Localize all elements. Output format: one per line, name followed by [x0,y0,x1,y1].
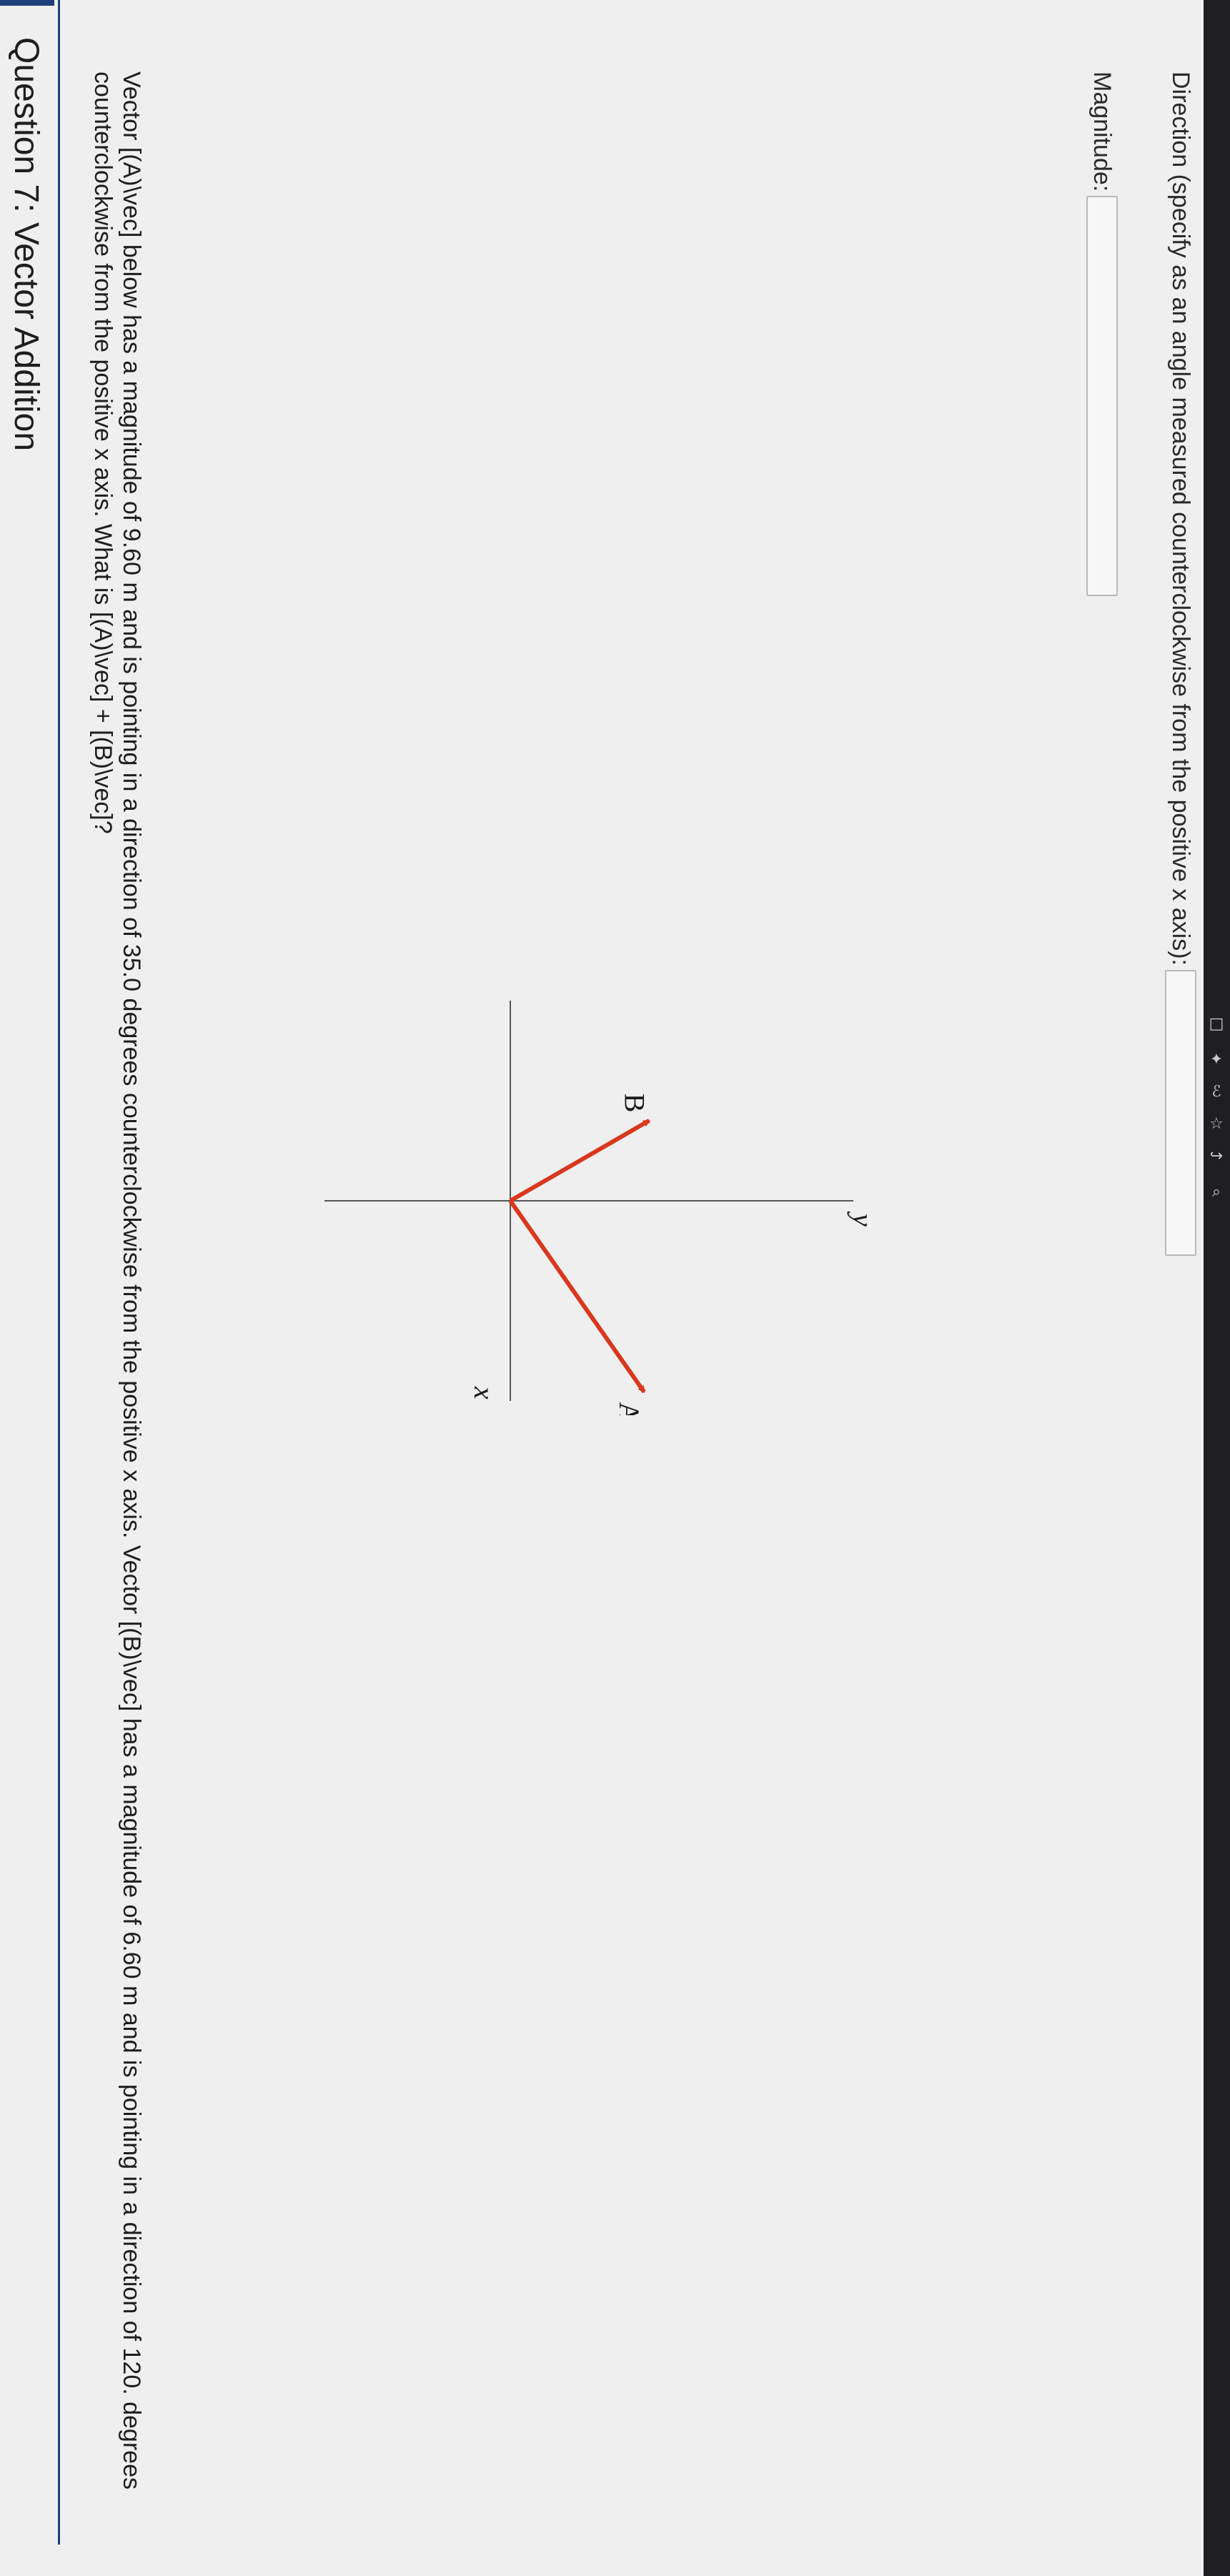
vector-diagram: x y AB [324,1001,879,1415]
question-title: Question 7: Vector Addition [7,37,45,452]
question-page: Question 7: Vector Addition Vector [(A)\… [0,0,1204,2576]
vector-b-label: B [618,1094,650,1113]
star-icon[interactable]: ☆ [1207,1115,1226,1134]
question-content: Question 7: Vector Addition Vector [(A)\… [0,0,1204,2576]
magnitude-label: Magnitude: [1088,71,1116,192]
magnitude-row: Magnitude: [1086,71,1118,597]
window-icon[interactable]: □ [1207,1015,1226,1034]
vector-b-arrow [509,1119,651,1203]
question-text: Vector [(A)\vec] below has a magnitude o… [89,71,145,2490]
title-divider [58,0,60,2545]
direction-row: Direction (specify as an angle measured … [1165,71,1196,1256]
puzzle-icon[interactable]: ✦ [1207,1051,1226,1069]
y-axis-label: y [847,1211,879,1227]
search-icon[interactable]: ⌕ [1207,1183,1226,1202]
profile-icon[interactable]: ℰ [1207,1083,1226,1101]
share-icon[interactable]: ↪ [1207,1147,1226,1166]
vector-a-label: A [613,1402,645,1415]
browser-toolbar: ⌕ ↪ ☆ ℰ ✦ □ [1204,0,1230,2576]
vectors-layer: AB [508,1094,651,1415]
x-axis-label: x [468,1386,500,1400]
magnitude-input[interactable] [1086,196,1118,597]
direction-label: Direction (specify as an angle measured … [1167,71,1195,966]
question-marker [0,0,54,6]
vector-a-arrow [508,1199,646,1394]
direction-input[interactable] [1165,969,1196,1256]
